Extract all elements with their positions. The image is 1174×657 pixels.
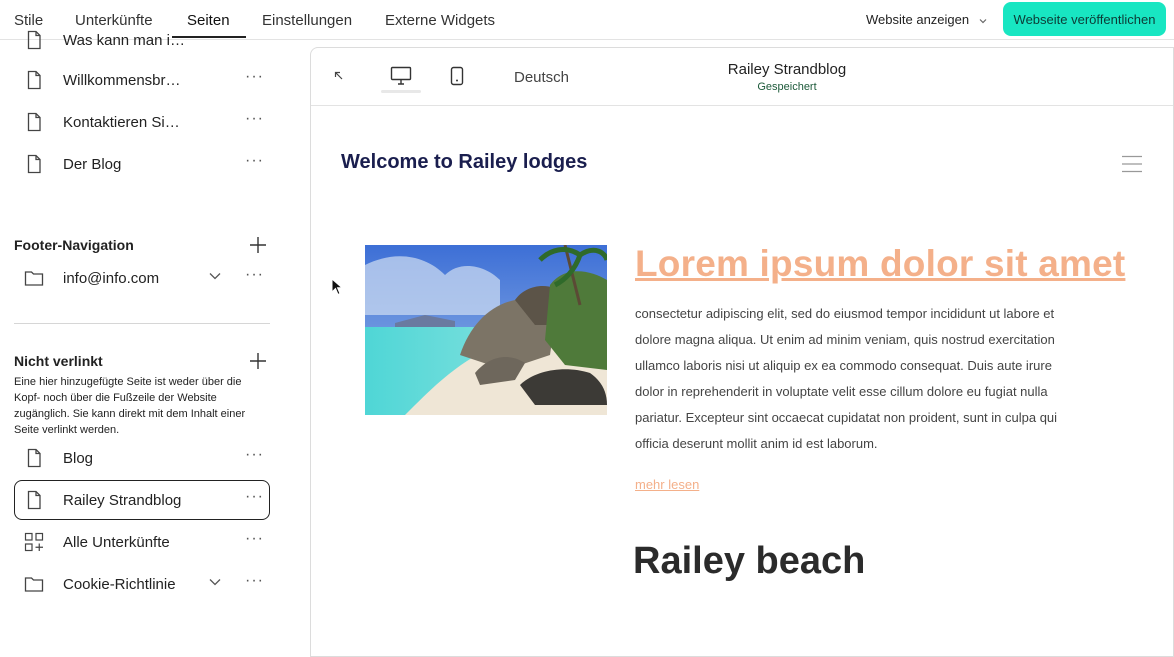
editor-toolbar: Deutsch Railey Strandblog Gespeichert [311, 48, 1173, 106]
unlinked-title: Nicht verlinkt [14, 353, 103, 369]
page-icon [24, 70, 44, 90]
save-status: Gespeichert [757, 81, 817, 93]
view-site-label: Website anzeigen [866, 12, 970, 27]
pages-sidebar: Was kann man i… Willkommensbr… ··· Konta… [0, 30, 296, 650]
page-item-label: Kontaktieren Si… [63, 114, 180, 131]
post-body-text[interactable]: consectetur adipiscing elit, sed do eius… [635, 301, 1067, 457]
folder-item[interactable]: Cookie-Richtlinie ··· [14, 564, 270, 604]
more-options-icon[interactable]: ··· [245, 531, 264, 547]
post-title-link[interactable]: Lorem ipsum dolor sit amet [635, 243, 1125, 285]
page-item[interactable]: Blog ··· [14, 438, 270, 478]
add-footer-page-icon[interactable] [249, 236, 267, 254]
more-options-icon[interactable]: ··· [245, 447, 264, 463]
page-icon [24, 112, 44, 132]
more-options-icon[interactable]: ··· [245, 153, 264, 169]
chevron-down-icon [979, 18, 987, 24]
grid-icon [24, 532, 44, 552]
section-heading[interactable]: Railey beach [633, 540, 865, 583]
collapse-arrow-icon[interactable] [333, 70, 345, 82]
page-item[interactable]: Der Blog ··· [14, 144, 270, 184]
page-icon [24, 154, 44, 174]
page-item-label: Was kann man i… [63, 32, 185, 49]
mouse-cursor-icon [331, 278, 343, 296]
tab-settings[interactable]: Einstellungen [262, 12, 352, 29]
page-item[interactable]: Was kann man i… [14, 20, 270, 60]
page-item-label: Willkommensbr… [63, 72, 181, 89]
chevron-down-icon[interactable] [209, 578, 221, 586]
folder-item[interactable]: info@info.com ··· [14, 258, 270, 298]
page-icon [24, 490, 44, 510]
unlinked-description: Eine hier hinzugefügte Seite ist weder ü… [14, 376, 246, 436]
folder-item-label: Cookie-Richtlinie [63, 576, 176, 593]
add-unlinked-page-icon[interactable] [249, 352, 267, 370]
more-options-icon[interactable]: ··· [245, 489, 264, 505]
page-item-label: Blog [63, 450, 94, 467]
page-item-label: Der Blog [63, 156, 122, 173]
tab-external-widgets[interactable]: Externe Widgets [385, 12, 495, 29]
page-name: Railey Strandblog [727, 61, 847, 78]
section-divider [14, 323, 270, 324]
more-options-icon[interactable]: ··· [245, 267, 264, 283]
folder-icon [24, 574, 44, 594]
folder-item-label: info@info.com [63, 270, 160, 287]
read-more-link[interactable]: mehr lesen [635, 477, 699, 492]
page-item[interactable]: Alle Unterkünfte ··· [14, 522, 270, 562]
footer-navigation-title: Footer-Navigation [14, 237, 134, 253]
page-item-label: Alle Unterkünfte [63, 534, 170, 551]
more-options-icon[interactable]: ··· [245, 111, 264, 127]
more-options-icon[interactable]: ··· [245, 573, 264, 589]
page-item-label: Railey Strandblog [63, 492, 182, 509]
page-icon [24, 448, 44, 468]
more-options-icon[interactable]: ··· [245, 69, 264, 85]
desktop-view-icon[interactable] [390, 66, 412, 86]
page-item[interactable]: Kontaktieren Si… ··· [14, 102, 270, 142]
language-selector[interactable]: Deutsch [514, 69, 569, 86]
beach-photo[interactable] [365, 245, 607, 415]
publish-button[interactable]: Webseite veröffentlichen [1003, 2, 1166, 36]
active-device-indicator [381, 90, 421, 93]
page-item[interactable]: Willkommensbr… ··· [14, 60, 270, 100]
folder-icon [24, 268, 44, 288]
mobile-view-icon[interactable] [450, 66, 464, 86]
page-icon [24, 30, 44, 50]
site-title[interactable]: Welcome to Railey lodges [341, 151, 587, 174]
menu-icon[interactable] [1122, 155, 1142, 173]
view-site-dropdown[interactable]: Website anzeigen [866, 12, 987, 27]
chevron-down-icon[interactable] [209, 272, 221, 280]
page-item-selected[interactable]: Railey Strandblog ··· [14, 480, 270, 520]
